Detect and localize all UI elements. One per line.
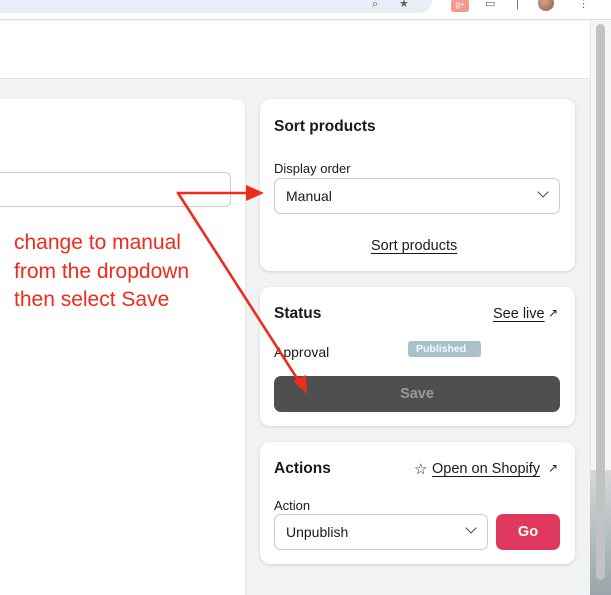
divider-icon: | <box>516 0 519 10</box>
status-badge: Published <box>408 341 481 357</box>
sort-products-link[interactable]: Sort products <box>371 238 457 254</box>
avatar[interactable] <box>538 0 554 11</box>
external-link-icon: ↗ <box>548 461 559 475</box>
save-button[interactable]: Save <box>274 376 560 412</box>
address-bar[interactable] <box>0 0 432 13</box>
card-title: Sort products <box>274 118 376 135</box>
action-select[interactable]: Unpublish <box>274 514 488 550</box>
annotation-line: from the dropdown <box>14 259 190 283</box>
bookmark-star-icon[interactable]: ★ <box>399 0 409 10</box>
extension-icon[interactable]: g+ <box>451 0 469 12</box>
chevron-down-icon <box>537 186 549 198</box>
go-button[interactable]: Go <box>496 514 560 550</box>
star-icon: ☆ <box>414 461 428 478</box>
select-value: Manual <box>286 188 332 204</box>
annotation-line: then select Save <box>14 288 170 311</box>
sort-products-card: Sort products Display order Manual Sort … <box>260 99 575 271</box>
annotation-text: change to manual from the dropdown then … <box>14 229 244 315</box>
zoom-icon[interactable]: ⌕ <box>372 0 378 10</box>
link-label: See live <box>493 306 545 322</box>
tab-icon[interactable]: ▭ <box>485 0 495 10</box>
chevron-down-icon <box>465 522 477 534</box>
display-order-select[interactable]: Manual <box>274 178 560 214</box>
kebab-menu-icon[interactable]: ⋮ <box>578 0 589 10</box>
approval-label: Approval <box>274 344 330 360</box>
see-live-link[interactable]: See live <box>493 306 545 322</box>
display-order-label: Display order <box>274 161 351 176</box>
card-title: Status <box>274 305 322 322</box>
open-on-shopify-link[interactable]: Open on Shopify <box>432 461 540 477</box>
external-link-icon: ↗ <box>548 306 559 320</box>
scroll-thumb[interactable] <box>596 24 605 580</box>
card-title: Actions <box>274 460 331 477</box>
actions-card: Actions ☆ Open on Shopify ↗ Action Unpub… <box>260 442 575 564</box>
page-header <box>0 21 590 79</box>
text-input[interactable] <box>0 172 231 207</box>
action-label: Action <box>274 498 311 513</box>
annotation-line: change to manual <box>14 231 181 254</box>
select-value: Unpublish <box>286 524 349 540</box>
status-card: Status See live ↗ Approval Published Sav… <box>260 287 575 426</box>
browser-toolbar: ⌕ ★ g+ ▭ | ⋮ <box>0 0 611 20</box>
